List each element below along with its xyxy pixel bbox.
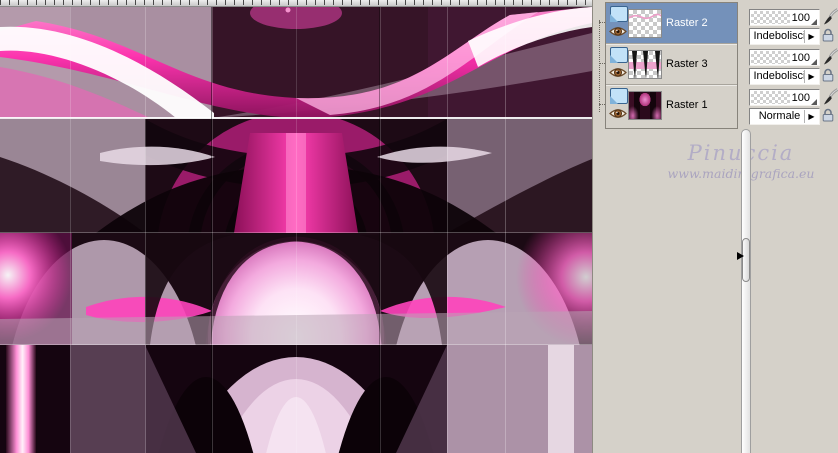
brush-icon[interactable] [821, 88, 838, 106]
opacity-slider[interactable]: 100 [749, 49, 820, 66]
opacity-slider[interactable]: 100 [749, 89, 820, 106]
opacity-value: 100 [791, 12, 810, 24]
lock-icon[interactable] [820, 68, 836, 82]
dropdown-arrow-icon[interactable]: ▶ [804, 70, 818, 83]
watermark-site: www.maidiregrafica.eu [631, 166, 838, 181]
eye-icon [609, 68, 627, 77]
layer-name: Raster 2 [666, 17, 708, 29]
blend-mode-value: Normale [758, 110, 801, 122]
eye-icon [609, 27, 627, 36]
splitter-handle[interactable] [742, 238, 750, 282]
opacity-checker [751, 51, 790, 64]
lock-icon[interactable] [820, 28, 836, 42]
lock-icon[interactable] [820, 108, 836, 122]
watermark: Pinuccia www.maidiregrafica.eu [631, 141, 838, 181]
layer-row-raster2[interactable]: Raster 2 [606, 3, 737, 44]
layer-page-icon [610, 6, 628, 22]
layer-name: Raster 1 [666, 99, 708, 111]
blend-mode-dropdown[interactable]: Normale ▶ [749, 108, 820, 125]
layer-thumbnail[interactable] [628, 9, 662, 38]
watermark-name: Pinuccia [631, 141, 838, 165]
visibility-toggle[interactable] [609, 107, 627, 120]
brush-icon[interactable] [821, 8, 838, 26]
layer-controls-raster1: 100 Normale ▶ [749, 89, 820, 125]
mouse-cursor [737, 252, 744, 260]
layers-panel: Raster 2 Raster 3 Raster 1 100 Indebolis… [592, 0, 838, 453]
layer-controls-raster3: 100 Indebolisci ▶ [749, 49, 820, 85]
opacity-slider-thumb[interactable] [811, 19, 817, 25]
opacity-checker [751, 91, 790, 104]
layer-page-icon [610, 88, 628, 104]
opacity-checker [751, 11, 790, 24]
dropdown-arrow-icon[interactable]: ▶ [804, 110, 818, 123]
visibility-toggle[interactable] [609, 66, 627, 79]
layer-page-icon [610, 47, 628, 63]
horizontal-ruler [0, 0, 592, 7]
layer-row-raster3[interactable]: Raster 3 [606, 44, 737, 85]
brush-icon[interactable] [821, 48, 838, 66]
blend-mode-dropdown[interactable]: Indebolisci ▶ [749, 68, 820, 85]
opacity-slider-thumb[interactable] [811, 59, 817, 65]
layer-list: Raster 2 Raster 3 Raster 1 [605, 2, 738, 129]
dropdown-arrow-icon[interactable]: ▶ [804, 30, 818, 43]
opacity-slider-thumb[interactable] [811, 99, 817, 105]
canvas-artwork[interactable] [0, 7, 592, 453]
eye-icon [609, 109, 627, 118]
visibility-toggle[interactable] [609, 25, 627, 38]
layer-row-raster1[interactable]: Raster 1 [606, 85, 737, 126]
layer-thumbnail[interactable] [628, 91, 662, 120]
opacity-value: 100 [791, 52, 810, 64]
canvas-area[interactable] [0, 0, 592, 453]
opacity-value: 100 [791, 92, 810, 104]
layer-link-column [599, 20, 600, 112]
layer-thumbnail[interactable] [628, 50, 662, 79]
opacity-slider[interactable]: 100 [749, 9, 820, 26]
blend-mode-dropdown[interactable]: Indebolisci ▶ [749, 28, 820, 45]
panel-splitter[interactable] [741, 129, 751, 453]
layer-controls-raster2: 100 Indebolisci ▶ [749, 9, 820, 45]
layer-name: Raster 3 [666, 58, 708, 70]
